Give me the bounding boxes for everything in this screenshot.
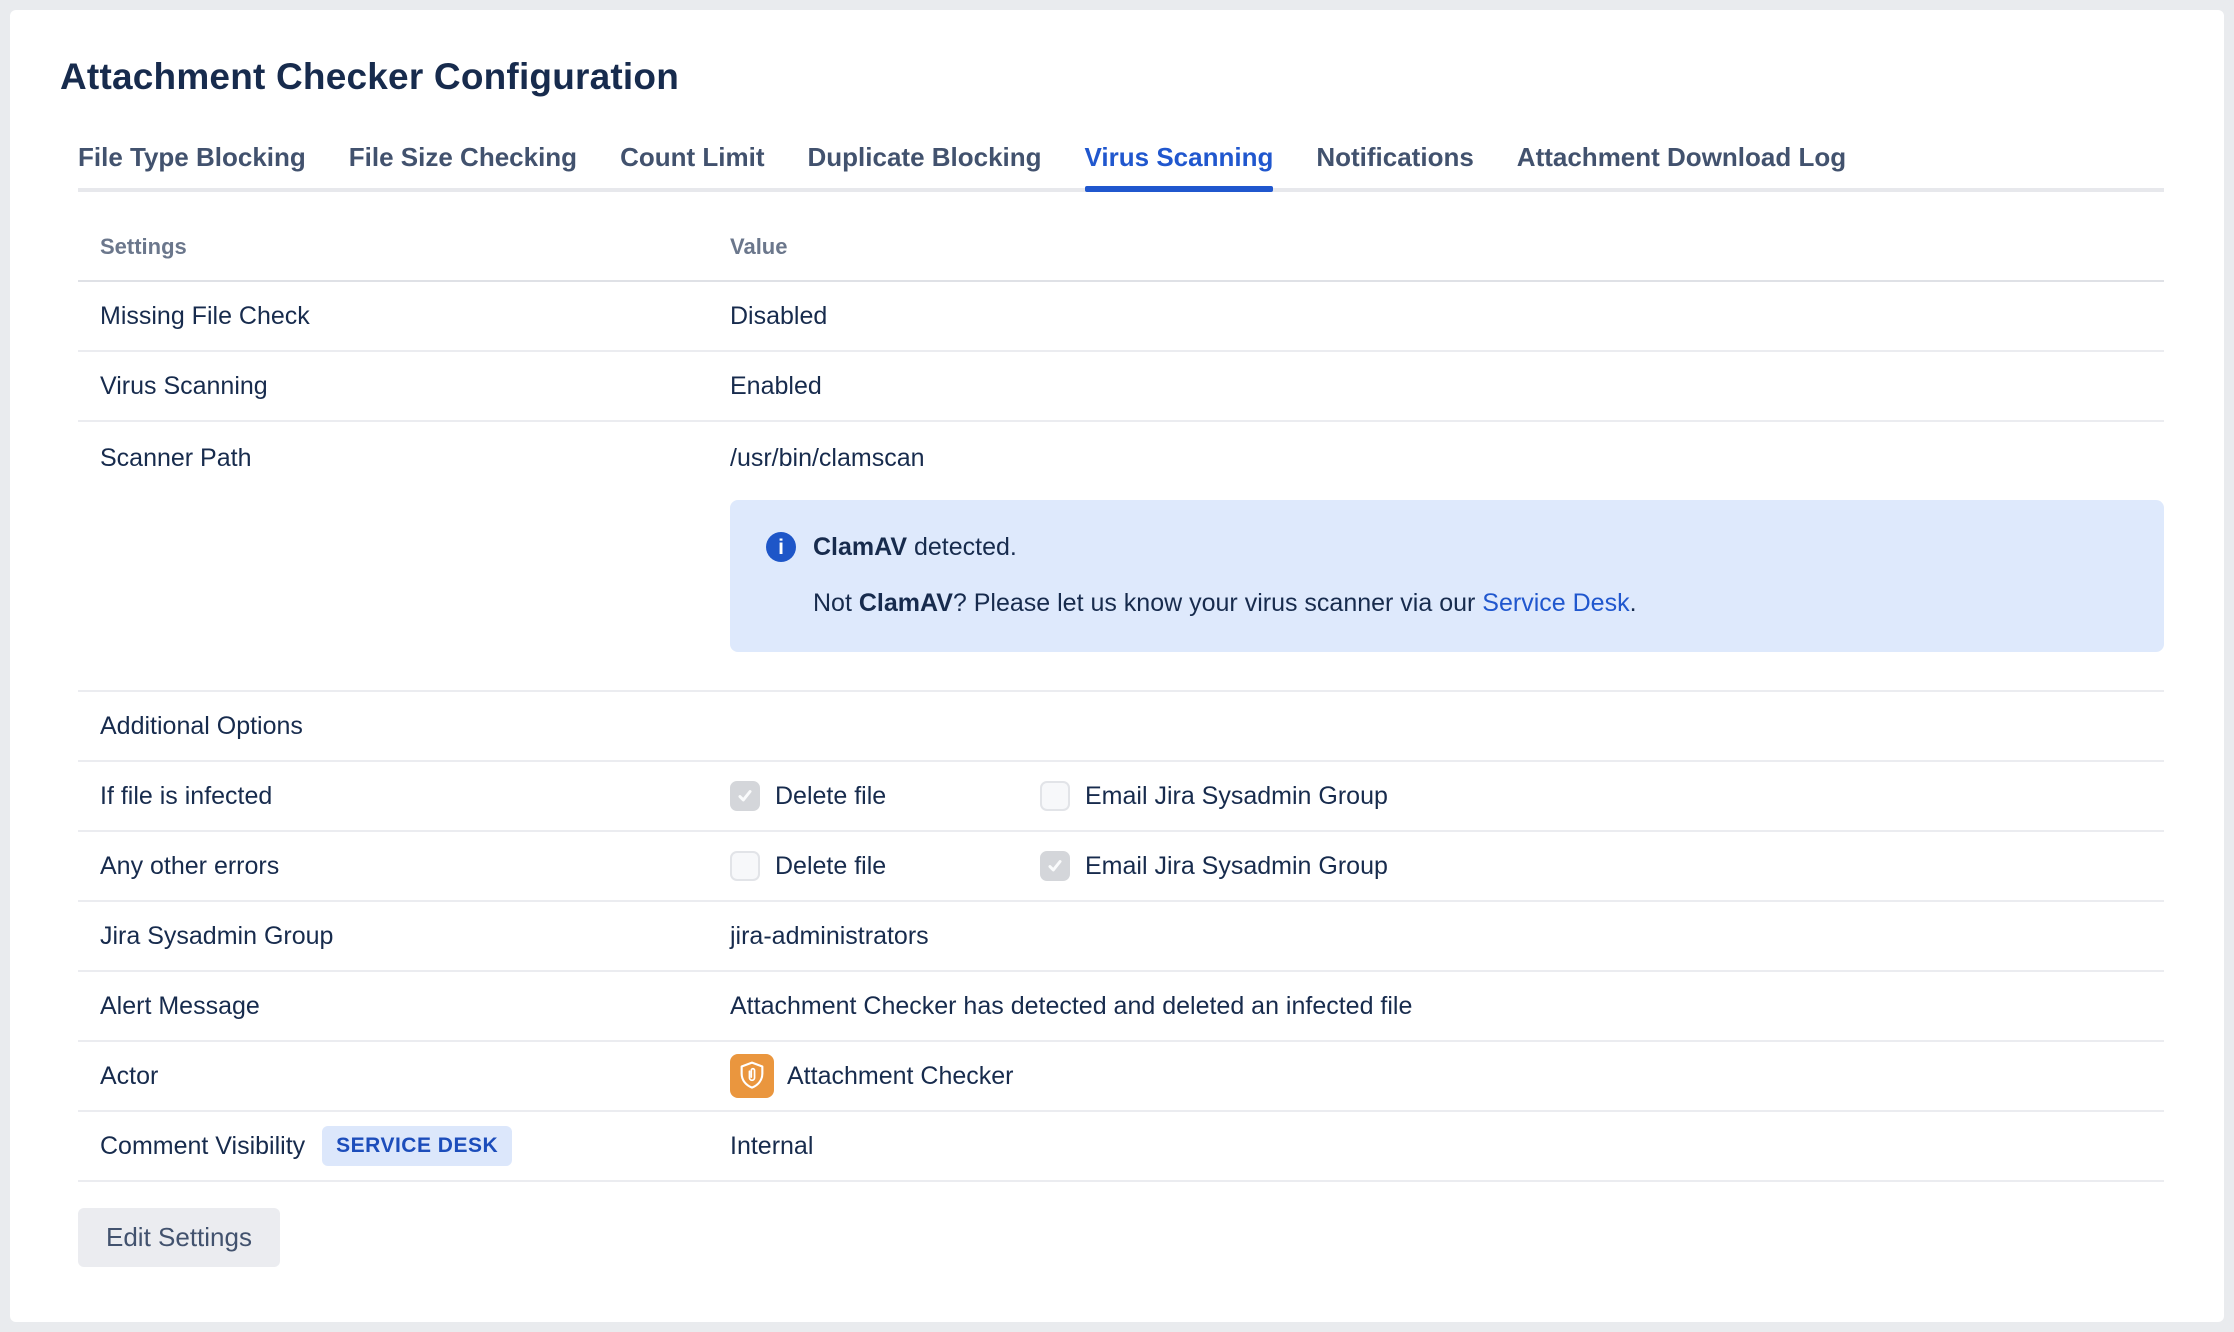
- config-tab-bar: File Type Blocking File Size Checking Co…: [78, 142, 2164, 192]
- checkbox-label: Email Jira Sysadmin Group: [1085, 851, 1388, 880]
- service-desk-badge: SERVICE DESK: [322, 1126, 513, 1166]
- setting-value: Attachment Checker has detected and dele…: [730, 991, 1413, 1020]
- delete-file-checkbox[interactable]: [730, 851, 760, 881]
- tab-count-limit[interactable]: Count Limit: [620, 142, 764, 188]
- setting-value: Disabled: [730, 301, 828, 330]
- service-desk-link[interactable]: Service Desk: [1482, 589, 1629, 617]
- info-icon: i: [766, 532, 796, 562]
- setting-label: Jira Sysadmin Group: [100, 921, 334, 950]
- setting-label: Comment Visibility: [100, 1131, 306, 1160]
- tab-duplicate-blocking[interactable]: Duplicate Blocking: [808, 142, 1042, 188]
- clamav-info-callout: i ClamAV detected. Not ClamAV? Please le…: [730, 500, 2164, 652]
- setting-label: Actor: [100, 1061, 159, 1090]
- tab-attachment-download-log[interactable]: Attachment Download Log: [1517, 142, 1846, 188]
- setting-value: /usr/bin/clamscan: [730, 444, 925, 472]
- column-header-settings: Settings: [100, 234, 187, 259]
- edit-settings-button[interactable]: Edit Settings: [78, 1208, 280, 1267]
- table-row-alert-message: Alert Message Attachment Checker has det…: [78, 972, 2164, 1042]
- tab-file-type-blocking[interactable]: File Type Blocking: [78, 142, 306, 188]
- tab-file-size-checking[interactable]: File Size Checking: [349, 142, 577, 188]
- tab-virus-scanning[interactable]: Virus Scanning: [1084, 142, 1273, 192]
- page-title: Attachment Checker Configuration: [60, 56, 680, 97]
- settings-table: Settings Value Missing File Check Disabl…: [78, 216, 2164, 1182]
- table-row-missing-file-check: Missing File Check Disabled: [78, 282, 2164, 352]
- email-sysadmin-checkbox[interactable]: [1040, 781, 1070, 811]
- table-row-actor: Actor Attachment Checker: [78, 1042, 2164, 1112]
- table-row-comment-visibility: Comment Visibility SERVICE DESK Internal: [78, 1112, 2164, 1182]
- delete-file-checkbox[interactable]: [730, 781, 760, 811]
- setting-value: Enabled: [730, 371, 822, 400]
- table-header-row: Settings Value: [78, 216, 2164, 282]
- setting-label: If file is infected: [100, 781, 273, 810]
- tab-notifications[interactable]: Notifications: [1316, 142, 1473, 188]
- table-row-virus-scanning: Virus Scanning Enabled: [78, 352, 2164, 422]
- setting-value: jira-administrators: [730, 921, 929, 950]
- table-row-any-other-errors: Any other errors Delete file Email Jira …: [78, 832, 2164, 902]
- setting-label: Scanner Path: [100, 444, 252, 472]
- checkbox-label: Delete file: [775, 851, 887, 880]
- setting-value: Internal: [730, 1131, 814, 1160]
- info-message-line1: ClamAV detected.: [813, 532, 1017, 561]
- email-sysadmin-checkbox[interactable]: [1040, 851, 1070, 881]
- attachment-checker-config-panel: Attachment Checker Configuration File Ty…: [10, 10, 2224, 1322]
- table-row-jira-sysadmin-group: Jira Sysadmin Group jira-administrators: [78, 902, 2164, 972]
- checkbox-label: Email Jira Sysadmin Group: [1085, 781, 1388, 810]
- setting-label: Virus Scanning: [100, 371, 268, 400]
- setting-value: Attachment Checker: [787, 1061, 1014, 1090]
- setting-label: Missing File Check: [100, 301, 310, 330]
- table-row-additional-options: Additional Options: [78, 692, 2164, 762]
- table-row-scanner-path: Scanner Path /usr/bin/clamscan i ClamAV …: [78, 422, 2164, 692]
- section-label: Additional Options: [100, 711, 303, 740]
- table-row-if-file-infected: If file is infected Delete file Email Ji…: [78, 762, 2164, 832]
- shield-paperclip-icon: [730, 1054, 774, 1098]
- setting-label: Alert Message: [100, 991, 260, 1020]
- column-header-value: Value: [730, 234, 788, 259]
- setting-label: Any other errors: [100, 851, 280, 880]
- checkbox-label: Delete file: [775, 781, 887, 810]
- info-message-line2: Not ClamAV? Please let us know your viru…: [813, 589, 1637, 617]
